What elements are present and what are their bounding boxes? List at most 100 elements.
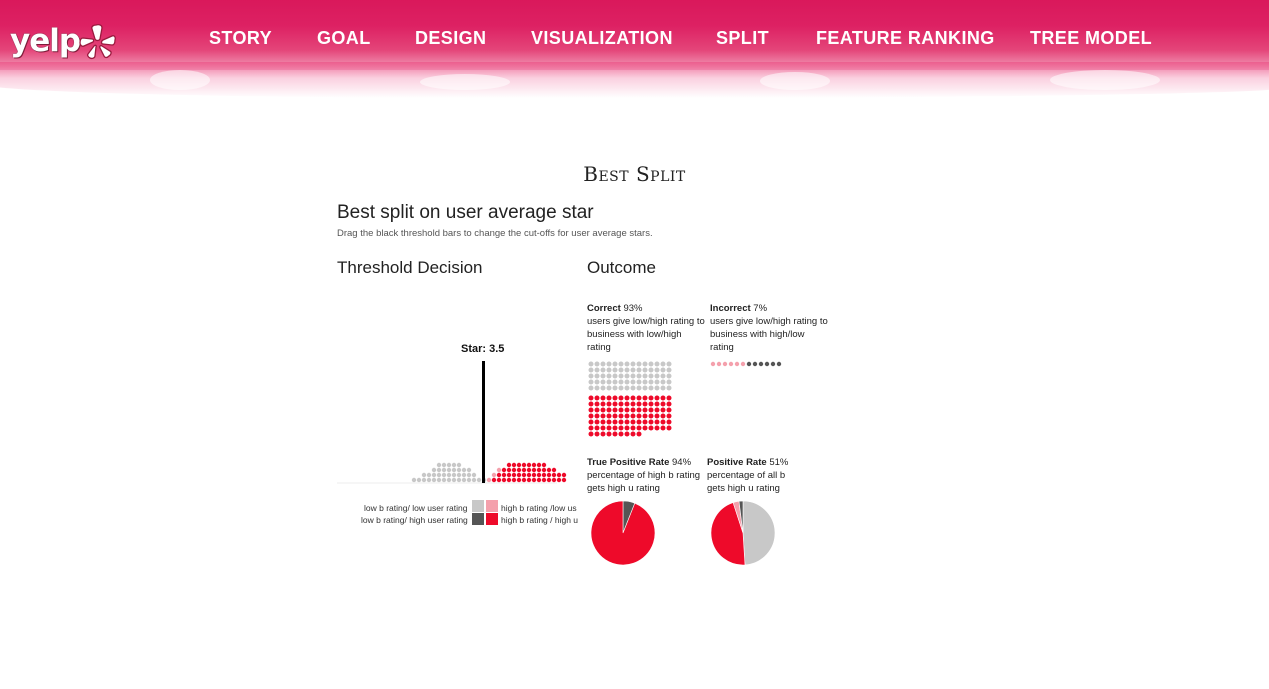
- histogram-dot-low-rating: [411, 477, 417, 483]
- histogram-dot-high-rating: [501, 477, 507, 483]
- histogram-dot-high-rating: [541, 472, 547, 478]
- histogram-dot-low-rating: [451, 472, 457, 478]
- histogram-dot-high-rating: [511, 462, 517, 468]
- histogram-dot-low-rating: [446, 477, 452, 483]
- histogram-dot-low-rating: [461, 477, 467, 483]
- positive-rate-label: Positive Rate: [707, 457, 767, 468]
- histogram-dot-high-rating: [551, 467, 557, 473]
- histogram-dot-low-rating: [461, 467, 467, 473]
- histogram-dot-high-rating: [506, 467, 512, 473]
- histogram-dot-high-rating: [496, 472, 502, 478]
- tpr-desc: percentage of high b rating gets high u …: [587, 470, 701, 494]
- histogram-dot-low-rating: [476, 477, 482, 483]
- histogram-dot-high-rating: [531, 462, 537, 468]
- histogram-dot-high-rating: [526, 472, 532, 478]
- histogram-dot-high-rating: [556, 477, 562, 483]
- incorrect-value: 7%: [753, 303, 768, 314]
- histogram-dot-high-rating: [496, 477, 502, 483]
- histogram-dot-high-rating: [561, 472, 567, 478]
- histogram-dot-high-rating: [536, 467, 542, 473]
- histogram-dot-high-rating: [541, 462, 547, 468]
- histogram-dot-low-rating: [456, 472, 462, 478]
- legend-high-high-label: high b rating / high u: [501, 515, 578, 525]
- histogram-dot-high-rating: [541, 477, 547, 483]
- correct-label: Correct: [587, 303, 621, 314]
- histogram-dot-high-rating: [536, 462, 542, 468]
- histogram-dot-high-rating: [491, 472, 497, 478]
- star-threshold-label: Star: 3.5: [461, 343, 505, 355]
- incorrect-stat: Incorrect 7% users give low/high rating …: [710, 302, 830, 354]
- histogram-dot-high-rating: [531, 472, 537, 478]
- histogram-dot-low-rating: [441, 467, 447, 473]
- histogram-dot-low-rating: [436, 467, 442, 473]
- histogram-dot-high-rating: [516, 477, 522, 483]
- histogram-dot-low-rating: [471, 472, 477, 478]
- histogram-dot-high-rating: [511, 467, 517, 473]
- correct-stat: Correct 93% users give low/high rating t…: [587, 302, 707, 354]
- histogram-dot-high-rating: [531, 477, 537, 483]
- histogram-dot-high-rating: [516, 472, 522, 478]
- histogram-dot-high-rating: [526, 477, 532, 483]
- histogram-dot-low-rating: [431, 477, 437, 483]
- histogram-dot-high-rating: [531, 467, 537, 473]
- histogram-dot-high-rating: [551, 477, 557, 483]
- histogram-dot-high-rating: [516, 467, 522, 473]
- incorrect-label: Incorrect: [710, 303, 751, 314]
- tpr-value: 94%: [672, 457, 692, 468]
- positive-rate-stat: Positive Rate 51% percentage of all b ge…: [707, 456, 799, 495]
- histogram-dot-high-rating: [491, 477, 497, 483]
- histogram-dot-high-rating: [511, 477, 517, 483]
- histogram-dot-low-rating: [421, 477, 427, 483]
- histogram-dot-low-rating: [466, 467, 472, 473]
- histogram-dot-low-rating: [436, 477, 442, 483]
- histogram-dot-high-rating: [546, 472, 552, 478]
- histogram-dot-high-rating: [546, 467, 552, 473]
- histogram-dot-low-rating: [446, 467, 452, 473]
- histogram-dot-low-rating: [451, 477, 457, 483]
- histogram-dot-low-rating: [416, 477, 422, 483]
- histogram-dot-low-rating: [451, 467, 457, 473]
- legend-high-low-label: high b rating /low us: [501, 503, 577, 513]
- histogram-dot-low-rating: [456, 462, 462, 468]
- histogram-dot-low-rating: [441, 477, 447, 483]
- histogram-dot-low-rating: [451, 462, 457, 468]
- histogram-dot-low-rating: [441, 462, 447, 468]
- legend-low-low-label: low b rating/ low user rating: [364, 503, 468, 513]
- legend-swatch-low-low: [472, 500, 484, 512]
- legend-swatch-high-high: [486, 513, 498, 525]
- legend-low-high-label: low b rating/ high user rating: [361, 515, 468, 525]
- histogram-dot-low-rating: [431, 467, 437, 473]
- histogram-dot-high-rating: [561, 477, 567, 483]
- histogram-dot-high-rating: [501, 467, 507, 473]
- histogram-dot-high-rating: [501, 472, 507, 478]
- legend-swatch-low-high: [472, 513, 484, 525]
- histogram-dot-high-rating: [521, 472, 527, 478]
- positive-rate-desc: percentage of all b gets high u rating: [707, 470, 786, 494]
- histogram-dot-low-rating: [426, 472, 432, 478]
- histogram-dot-low-rating: [466, 472, 472, 478]
- histogram-dot-low-rating: [456, 467, 462, 473]
- positive-rate-value: 51%: [769, 457, 789, 468]
- histogram-dot-high-rating: [556, 472, 562, 478]
- correct-desc: users give low/high rating to business w…: [587, 316, 705, 353]
- histogram-dot-high-rating: [536, 477, 542, 483]
- histogram-dot-low-rating: [421, 472, 427, 478]
- tpr-stat: True Positive Rate 94% percentage of hig…: [587, 456, 702, 495]
- histogram-dot-high-rating: [521, 477, 527, 483]
- histogram-dot-low-rating: [441, 472, 447, 478]
- histogram-dot-low-rating: [456, 477, 462, 483]
- histogram-dot-high-rating: [506, 477, 512, 483]
- histogram-dot-low-rating: [436, 472, 442, 478]
- threshold-bar[interactable]: [482, 361, 485, 483]
- histogram-dot-low-rating: [436, 462, 442, 468]
- histogram-dot-high-rating: [536, 472, 542, 478]
- incorrect-desc: users give low/high rating to business w…: [710, 316, 828, 353]
- histogram-dot-low-rating: [466, 477, 472, 483]
- histogram-dot-high-rating: [486, 477, 492, 483]
- histogram-dot-low-rating: [431, 472, 437, 478]
- histogram-dot-low-rating: [426, 477, 432, 483]
- histogram-dot-high-rating: [551, 472, 557, 478]
- histogram-dot-high-rating: [521, 467, 527, 473]
- histogram-dot-low-rating: [461, 472, 467, 478]
- correct-value: 93%: [623, 303, 643, 314]
